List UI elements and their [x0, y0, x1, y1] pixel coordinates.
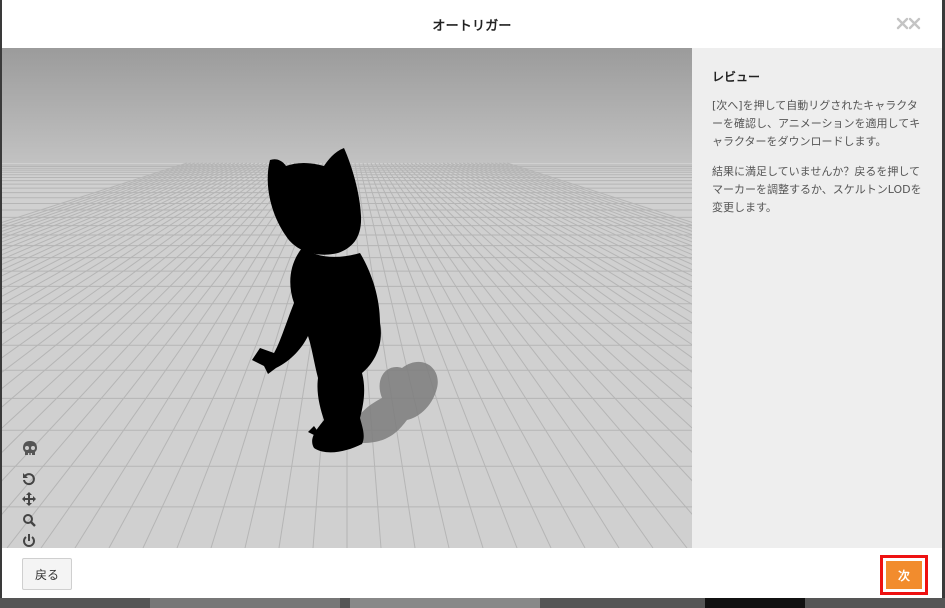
power-icon[interactable]	[22, 534, 42, 548]
backdrop-strip	[0, 598, 945, 608]
dialog-title: オートリガー	[432, 18, 512, 34]
viewport-scene	[2, 48, 692, 548]
review-panel: レビュー [次へ]を押して自動リグされたキャラクターを確認し、アニメーションを適…	[692, 48, 942, 548]
close-icon[interactable]	[896, 14, 922, 34]
review-title: レビュー	[712, 70, 761, 84]
pan-icon[interactable]	[22, 492, 42, 510]
review-instructions: [次へ]を押して自動リグされたキャラクターを確認し、アニメーションを適用してキャ…	[712, 99, 921, 148]
next-button-highlight: 次	[880, 555, 928, 595]
zoom-icon[interactable]	[22, 513, 42, 531]
dialog-header: オートリガー	[2, 0, 942, 48]
back-button[interactable]: 戻る	[22, 558, 72, 590]
dialog-footer: 戻る 次	[2, 548, 942, 598]
reset-view-icon[interactable]	[22, 472, 42, 490]
auto-rigger-dialog: オートリガー レビュー [次へ]を押して自動リグされたキャラクターを確認し、アニ…	[2, 0, 942, 598]
review-help: 結果に満足していませんか？戻るを押してマーカーを調整するか、スケルトンLODを変…	[712, 165, 922, 214]
sky-background	[2, 48, 692, 163]
skeleton-icon[interactable]	[22, 440, 42, 458]
next-button[interactable]: 次	[886, 561, 922, 589]
3d-viewport[interactable]	[2, 48, 692, 548]
